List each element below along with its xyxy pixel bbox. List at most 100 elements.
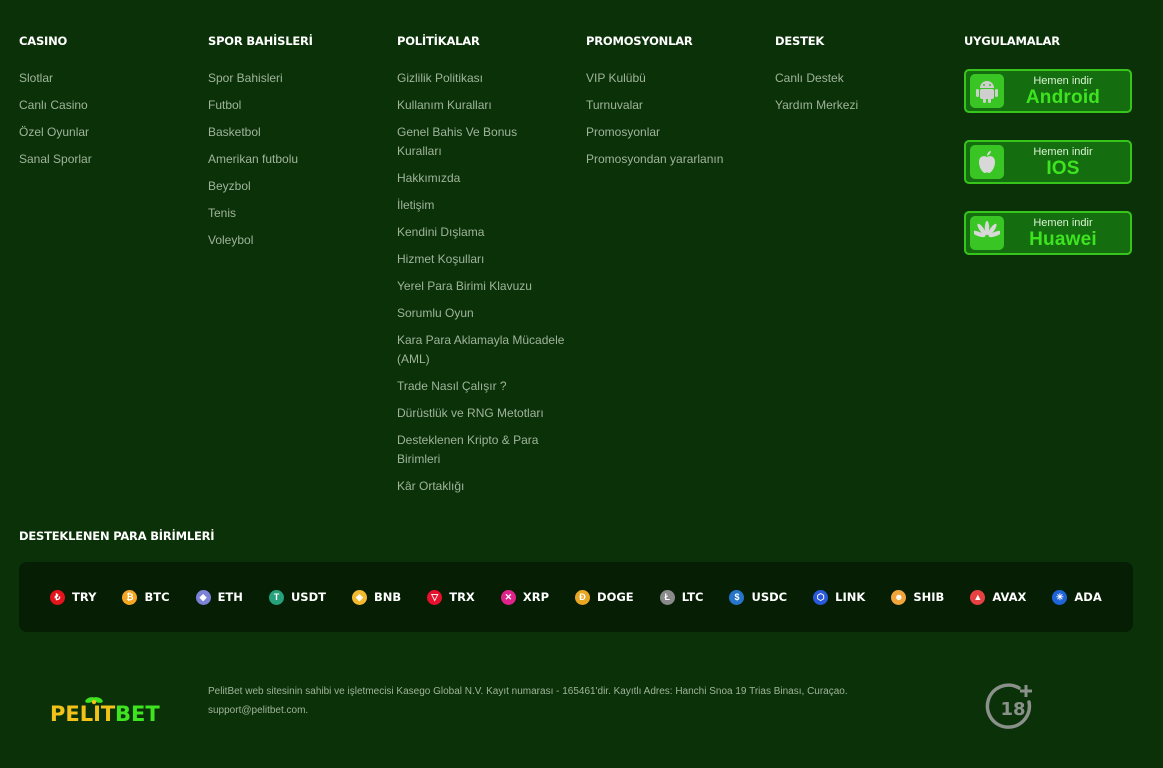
link-spor-bahisleri[interactable]: Spor Bahisleri: [208, 69, 376, 88]
currency-try[interactable]: ₺ TRY: [50, 589, 97, 605]
btc-coin-icon: ₿: [122, 589, 138, 605]
link-kendini-dislama[interactable]: Kendini Dışlama: [397, 223, 565, 242]
currency-xrp[interactable]: ✕ XRP: [500, 589, 549, 605]
link-basketbol[interactable]: Basketbol: [208, 123, 376, 142]
link-hizmet-kosullari[interactable]: Hizmet Koşulları: [397, 250, 565, 269]
logo-text-bet: BET: [115, 702, 160, 726]
link-voleybol[interactable]: Voleybol: [208, 231, 376, 250]
link-promosyonlar[interactable]: Promosyonlar: [586, 123, 754, 142]
download-label: Hemen indir: [1033, 74, 1093, 87]
link-canli-casino[interactable]: Canlı Casino: [19, 96, 187, 115]
link-beyzbol[interactable]: Beyzbol: [208, 177, 376, 196]
huawei-download-button[interactable]: Hemen indir Huawei: [964, 211, 1132, 255]
link-futbol[interactable]: Futbol: [208, 96, 376, 115]
link-iletisim[interactable]: İletişim: [397, 196, 565, 215]
android-icon: [970, 74, 1004, 108]
currency-usdc[interactable]: $ USDC: [729, 589, 788, 605]
link-sanal-sporlar[interactable]: Sanal Sporlar: [19, 150, 187, 169]
platform-name: IOS: [1046, 157, 1080, 179]
download-label: Hemen indir: [1033, 216, 1093, 229]
currency-doge[interactable]: Ð DOGE: [575, 589, 634, 605]
currency-usdt[interactable]: T USDT: [268, 589, 326, 605]
link-gizlilik[interactable]: Gizlilik Politikası: [397, 69, 565, 88]
column-destek: DESTEK Canlı Destek Yardım Merkezi: [775, 34, 964, 504]
column-politikalar: POLİTİKALAR Gizlilik Politikası Kullanım…: [397, 34, 586, 504]
currency-code: SHIB: [913, 590, 945, 604]
platform-name: Android: [1025, 86, 1101, 108]
currency-bar: ₺ TRY ₿ BTC ◆ ETH T USDT ◈ BNB ▽ TRX ✕ XRP Ð DOGE Ł LTC $ U…: [19, 562, 1133, 632]
currency-avax[interactable]: ▲ AVAX: [970, 589, 1026, 605]
currency-eth[interactable]: ◆ ETH: [195, 589, 243, 605]
link-tenis[interactable]: Tenis: [208, 204, 376, 223]
ada-coin-icon: ✳: [1052, 589, 1068, 605]
support-email[interactable]: support@pelitbet.com.: [208, 701, 908, 720]
currency-shib[interactable]: ☻ SHIB: [891, 589, 945, 605]
huawei-icon: [970, 216, 1004, 250]
currency-link[interactable]: ⬡ LINK: [813, 589, 866, 605]
link-coin-icon: ⬡: [813, 589, 829, 605]
link-ozel-oyunlar[interactable]: Özel Oyunlar: [19, 123, 187, 142]
link-kullanim-kurallari[interactable]: Kullanım Kuralları: [397, 96, 565, 115]
currency-code: BTC: [144, 590, 170, 604]
link-promosyondan-yararlanin[interactable]: Promosyondan yararlanın: [586, 150, 754, 169]
currency-code: TRX: [449, 590, 475, 604]
doge-coin-icon: Ð: [575, 589, 591, 605]
currency-code: XRP: [522, 590, 549, 604]
app-text: Hemen indir Android: [1004, 74, 1130, 108]
link-kar-ortakligi[interactable]: Kâr Ortaklığı: [397, 477, 565, 496]
column-uygulamalar: UYGULAMALAR Hemen indir Android Hemen in…: [964, 34, 1153, 504]
usdc-coin-icon: $: [729, 589, 745, 605]
column-title: SPOR BAHİSLERİ: [208, 34, 313, 48]
link-genel-bahis-bonus[interactable]: Genel Bahis Ve Bonus Kuralları: [397, 123, 565, 161]
currency-code: LTC: [681, 590, 704, 604]
link-aml[interactable]: Kara Para Aklamayla Mücadele (AML): [397, 331, 565, 369]
link-desteklenen-kripto[interactable]: Desteklenen Kripto & Para Birimleri: [397, 431, 565, 469]
currency-btc[interactable]: ₿ BTC: [122, 589, 170, 605]
link-rng[interactable]: Dürüstlük ve RNG Metotları: [397, 404, 565, 423]
link-canli-destek[interactable]: Canlı Destek: [775, 69, 943, 88]
link-vip-kulubu[interactable]: VIP Kulübü: [586, 69, 754, 88]
column-title: POLİTİKALAR: [397, 34, 480, 48]
bnb-coin-icon: ◈: [352, 589, 368, 605]
apple-icon: [970, 145, 1004, 179]
xrp-coin-icon: ✕: [500, 589, 516, 605]
app-download-list: Hemen indir Android Hemen indir IOS Heme…: [964, 69, 1153, 255]
currencies-title: DESTEKLENEN PARA BİRİMLERİ: [19, 529, 215, 543]
avax-coin-icon: ▲: [970, 589, 986, 605]
currency-code: USDC: [751, 590, 788, 604]
link-sorumlu-oyun[interactable]: Sorumlu Oyun: [397, 304, 565, 323]
ltc-coin-icon: Ł: [659, 589, 675, 605]
legal-text: PelitBet web sitesinin sahibi ve işletme…: [208, 682, 908, 720]
link-yerel-para-birimi[interactable]: Yerel Para Birimi Klavuzu: [397, 277, 565, 296]
android-download-button[interactable]: Hemen indir Android: [964, 69, 1132, 113]
platform-name: Huawei: [1029, 228, 1097, 250]
column-spor-bahisleri: SPOR BAHİSLERİ Spor Bahisleri Futbol Bas…: [208, 34, 397, 504]
link-trade[interactable]: Trade Nasıl Çalışır ?: [397, 377, 565, 396]
age-18-plus-icon: 18: [985, 681, 1043, 742]
link-hakkimizda[interactable]: Hakkımızda: [397, 169, 565, 188]
eth-coin-icon: ◆: [195, 589, 211, 605]
currency-trx[interactable]: ▽ TRX: [427, 589, 475, 605]
currency-code: LINK: [835, 590, 866, 604]
download-label: Hemen indir: [1033, 145, 1093, 158]
currency-bnb[interactable]: ◈ BNB: [352, 589, 402, 605]
pelitbet-logo[interactable]: PELIT BET: [50, 694, 160, 731]
column-title: CASINO: [19, 34, 68, 48]
age-label: 18: [1000, 699, 1025, 720]
currency-ada[interactable]: ✳ ADA: [1052, 589, 1102, 605]
currency-code: TRY: [72, 590, 97, 604]
column-title: DESTEK: [775, 34, 825, 48]
currency-code: DOGE: [597, 590, 634, 604]
currency-ltc[interactable]: Ł LTC: [659, 589, 704, 605]
link-amerikan-futbolu[interactable]: Amerikan futbolu: [208, 150, 376, 169]
try-coin-icon: ₺: [50, 589, 66, 605]
shib-coin-icon: ☻: [891, 589, 907, 605]
column-promosyonlar: PROMOSYONLAR VIP Kulübü Turnuvalar Promo…: [586, 34, 775, 504]
link-yardim-merkezi[interactable]: Yardım Merkezi: [775, 96, 943, 115]
currency-code: BNB: [374, 590, 402, 604]
link-slotlar[interactable]: Slotlar: [19, 69, 187, 88]
ios-download-button[interactable]: Hemen indir IOS: [964, 140, 1132, 184]
link-turnuvalar[interactable]: Turnuvalar: [586, 96, 754, 115]
app-text: Hemen indir Huawei: [1004, 216, 1130, 250]
column-casino: CASINO Slotlar Canlı Casino Özel Oyunlar…: [19, 34, 208, 504]
